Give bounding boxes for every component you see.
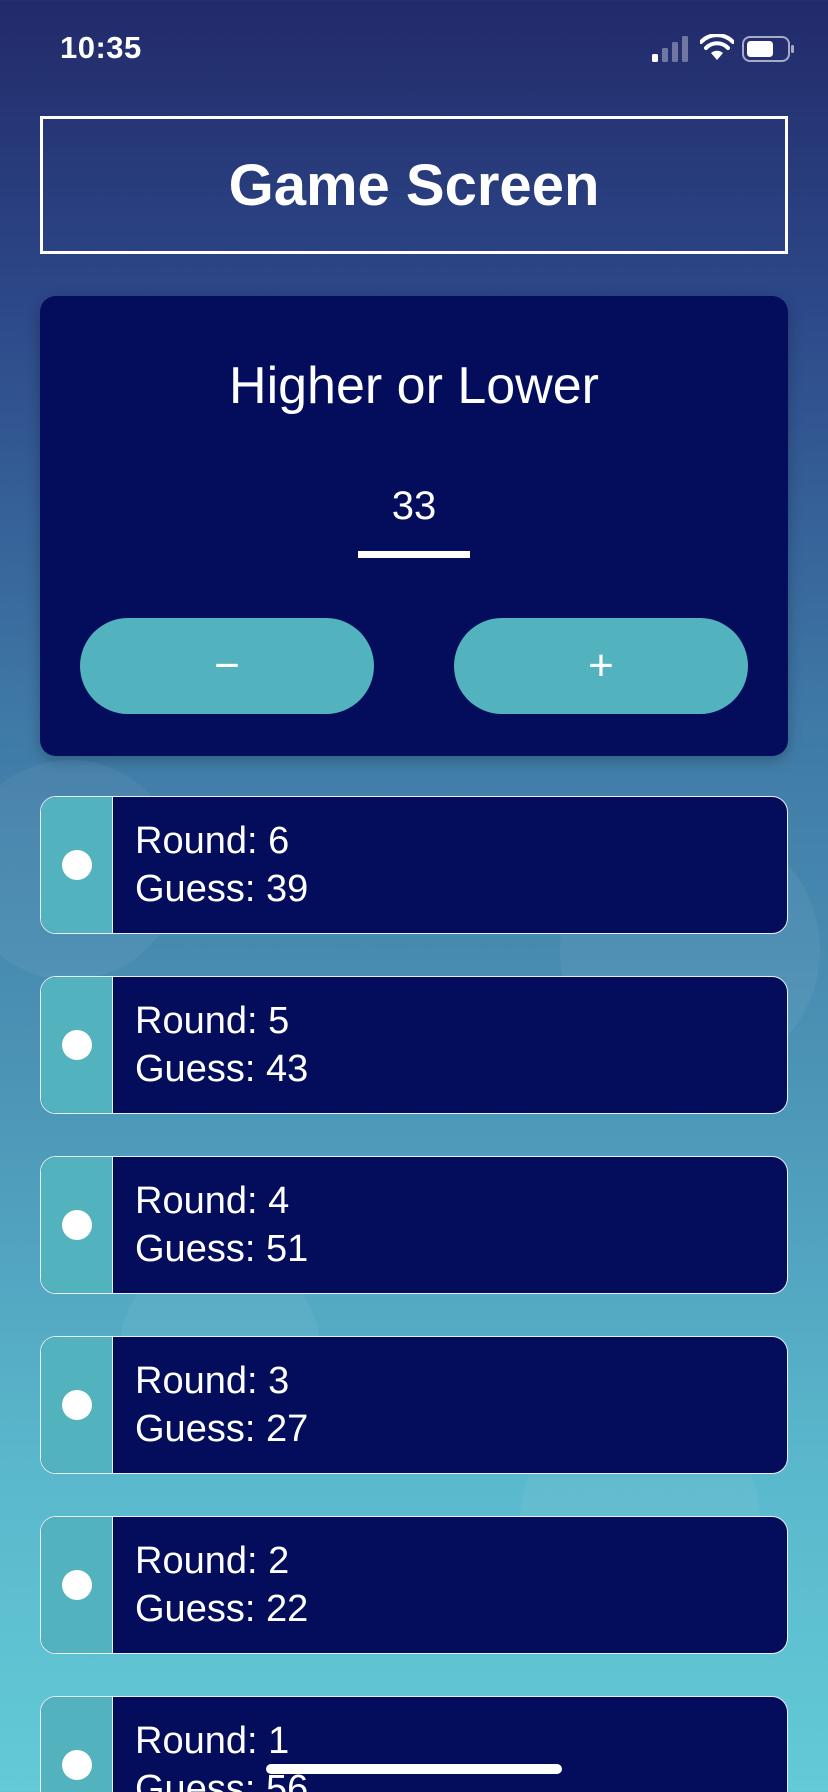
list-item: Round: 3 Guess: 27 (40, 1336, 788, 1474)
game-card-title: Higher or Lower (229, 357, 599, 415)
round-strip (41, 977, 113, 1113)
round-strip (41, 797, 113, 933)
guess-label: Guess: 39 (135, 868, 309, 910)
round-label: Round: 4 (135, 1180, 290, 1222)
status-time: 10:35 (60, 30, 142, 65)
round-strip (41, 1157, 113, 1293)
list-item: Round: 6 Guess: 39 (40, 796, 788, 934)
battery-icon (742, 36, 794, 62)
current-guess-number: 33 (391, 484, 437, 528)
round-label: Round: 3 (135, 1360, 290, 1402)
list-item: Round: 1 Guess: 56 (40, 1696, 788, 1792)
page-title-box: Game Screen (40, 116, 788, 254)
bullet-dot-icon (61, 850, 92, 880)
cellular-signal-icon (652, 36, 688, 62)
list-item: Round: 4 Guess: 51 (40, 1156, 788, 1294)
minus-icon: − (214, 641, 240, 690)
bullet-dot-icon (61, 1750, 92, 1780)
guess-label: Guess: 43 (135, 1048, 309, 1090)
guess-label: Guess: 22 (135, 1588, 309, 1630)
round-strip (41, 1337, 113, 1473)
list-item: Round: 5 Guess: 43 (40, 976, 788, 1114)
home-indicator[interactable] (266, 1764, 562, 1774)
guess-label: Guess: 27 (135, 1408, 309, 1450)
guess-rounds-list[interactable]: Round: 6 Guess: 39 Round: 5 Guess: 43 Ro… (40, 796, 788, 1792)
guess-label: Guess: 51 (135, 1228, 309, 1270)
round-strip (41, 1697, 113, 1792)
higher-button[interactable]: + (454, 618, 748, 714)
bullet-dot-icon (61, 1030, 92, 1060)
lower-button[interactable]: − (80, 618, 374, 714)
round-strip (41, 1517, 113, 1653)
bullet-dot-icon (61, 1570, 92, 1600)
page-title: Game Screen (228, 152, 600, 218)
round-label: Round: 6 (135, 820, 290, 862)
plus-icon: + (588, 641, 614, 690)
number-underline (358, 551, 470, 558)
wifi-icon (700, 34, 734, 60)
round-label: Round: 5 (135, 1000, 290, 1042)
list-item: Round: 2 Guess: 22 (40, 1516, 788, 1654)
bullet-dot-icon (61, 1210, 92, 1240)
round-label: Round: 2 (135, 1540, 290, 1582)
round-label: Round: 1 (135, 1720, 290, 1762)
game-card: Higher or Lower 33 − + (40, 296, 788, 756)
status-bar: 10:35 (0, 0, 828, 100)
bullet-dot-icon (61, 1390, 92, 1420)
